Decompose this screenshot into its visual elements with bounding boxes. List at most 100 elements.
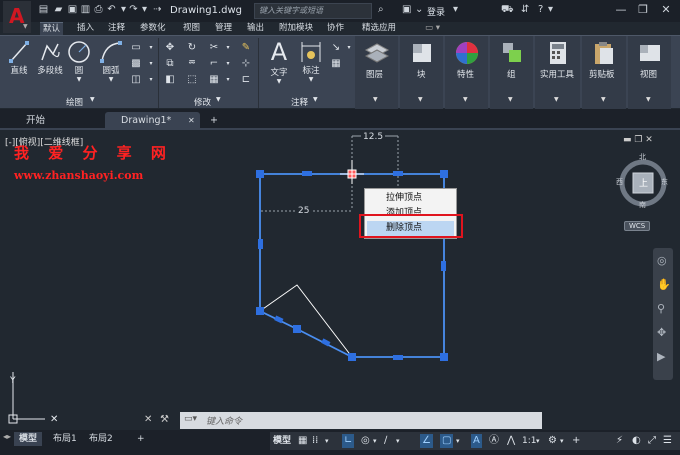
groups-panel[interactable]: 组 ▼ [490,36,533,109]
array-icon[interactable]: ▦ [208,74,220,86]
tab-view[interactable]: 视图 [180,22,203,35]
ribbon-options-icon[interactable]: ▭ ▾ [422,22,443,35]
user-dropdown-icon[interactable]: ⌄ [415,4,423,16]
compass-east[interactable]: 东 [661,177,668,187]
tab-home[interactable]: 默认 [40,22,64,35]
copy-icon[interactable]: ⧉ [164,58,176,70]
line-button[interactable]: 直线 [6,40,32,76]
customize-menu-icon[interactable]: ☰ [663,434,672,448]
tab-featured-apps[interactable]: 精选应用 [359,22,399,35]
layers-panel[interactable]: 图层 ▼ [355,36,398,109]
circle-button[interactable]: 圆 ▼ [66,40,92,83]
chevron-down-icon[interactable]: ▾ [325,434,329,448]
command-line-options-icon[interactable]: ⚒ [160,414,169,425]
drawing-viewport[interactable]: Y ✕ [-][俯视][二维线框] 我 爱 分 享 网 www.zhanshao… [0,132,680,430]
chevron-down-icon[interactable]: ▾ [145,42,157,54]
tab-output[interactable]: 输出 [244,22,267,35]
tab-annotate[interactable]: 注释 [105,22,128,35]
viewport-window-controls[interactable]: ▬ ❐ ✕ [623,135,653,145]
workspace-gear-icon[interactable]: ⚙ [548,434,557,448]
steering-wheel-icon[interactable]: ◎ [657,254,667,267]
block-panel[interactable]: 块 ▼ [400,36,443,109]
restore-icon[interactable]: ❐ [636,3,650,17]
viewcube-top-face[interactable]: 上 [639,176,648,189]
pan-icon[interactable]: ✋ [657,278,671,291]
chevron-down-icon[interactable]: ▾ [145,58,157,70]
hatch-icon[interactable]: ▩ [130,58,142,70]
isolate-objects-icon[interactable]: ◐ [632,434,641,448]
redo-dropdown-icon[interactable]: ▾ [139,4,150,16]
tab-insert[interactable]: 插入 [74,22,97,35]
tab-close-icon[interactable]: ✕ [188,112,195,130]
scale-icon[interactable]: ⬚ [186,74,198,86]
autoscale-icon[interactable]: Ⓐ [489,434,499,448]
chevron-down-icon[interactable]: ▾ [560,434,564,448]
chevron-down-icon[interactable]: ▾ [536,434,540,448]
table-icon[interactable]: ▦ [330,58,342,70]
wcs-menu[interactable]: WCS [624,221,651,231]
arc-button[interactable]: 圆弧 ▼ [98,40,124,83]
clipboard-panel[interactable]: 剪贴板 ▼ [582,36,626,109]
share-icon[interactable]: ⇢ [152,4,163,16]
login-dropdown-icon[interactable]: ▾ [453,4,458,16]
grid-icon[interactable]: ▦ [298,434,307,448]
layout-tab-layout1[interactable]: 布局1 [48,432,82,446]
dimension-button[interactable]: 标注 ▼ [297,40,325,83]
offset-icon[interactable]: ⊏ [240,74,252,86]
zoom-icon[interactable]: ⚲ [657,302,665,315]
cart-icon[interactable]: ⛟ [501,4,514,16]
help-icon[interactable]: ? [538,4,543,16]
leader-icon[interactable]: ↘ [330,42,342,54]
compass-south[interactable]: 南 [639,200,646,210]
chevron-down-icon[interactable]: ▾ [396,434,400,448]
plot-icon[interactable]: ⎙ [93,4,104,16]
polyline-button[interactable]: 多段线 [34,40,66,76]
save-icon[interactable]: ▣ [67,4,78,16]
undo-icon[interactable]: ↶ [106,4,117,16]
properties-panel[interactable]: 特性 ▼ [445,36,488,109]
chevron-down-icon[interactable]: ▾ [343,42,355,54]
chevron-down-icon[interactable]: ▾ [456,434,460,448]
compass-north[interactable]: 北 [639,152,646,162]
tab-manage[interactable]: 管理 [212,22,235,35]
annotation-visibility-icon[interactable]: A [471,434,482,448]
chevron-down-icon[interactable]: ▾ [222,58,234,70]
stretch-icon[interactable]: ◧ [164,74,176,86]
chevron-down-icon[interactable]: ▾ [145,74,157,86]
search-icon[interactable]: ⌕ [378,4,384,16]
command-line-close-icon[interactable]: ✕ [144,414,152,425]
save-as-icon[interactable]: ▥ [80,4,91,16]
command-input[interactable]: 键入命令 [206,414,242,427]
rotate-icon[interactable]: ↻ [186,42,198,54]
gradient-icon[interactable]: ◫ [130,74,142,86]
help-dropdown-icon[interactable]: ▾ [548,4,553,16]
layout-nav-icon[interactable]: ◂▸ [3,432,11,441]
utilities-panel[interactable]: 实用工具 ▼ [535,36,580,109]
tab-start[interactable]: 开始 [10,112,45,130]
tab-parametric[interactable]: 参数化 [137,22,169,35]
chevron-down-icon[interactable]: ▼ [90,96,95,103]
new-tab-button[interactable]: + [204,112,218,130]
chevron-down-icon[interactable]: ▼ [216,96,221,103]
fullscreen-icon[interactable]: ⤢ [648,434,656,448]
close-icon[interactable]: ✕ [659,3,673,17]
login-button[interactable]: 登录 [427,5,445,18]
search-input[interactable]: 键入关键字或短语 [254,3,372,19]
annotation-scale-value[interactable]: 1:1 [522,434,536,448]
tab-drawing1[interactable]: Drawing1* [105,112,200,130]
hardware-acceleration-icon[interactable]: ⚡ [616,434,623,448]
isodraft-icon[interactable]: ∕ [384,434,387,448]
snap-icon[interactable]: ⁞⁞ [312,434,318,448]
minimize-icon[interactable]: — [614,3,628,17]
compass-west[interactable]: 西 [616,177,623,187]
explode-icon[interactable]: ⊹ [240,58,252,70]
application-menu-button[interactable]: A ▼ [3,1,31,33]
exchange-icon[interactable]: ⇵ [521,4,529,16]
menu-item-stretch-vertex[interactable]: 拉伸顶点 [365,191,456,206]
recent-commands-icon[interactable]: ▭▾ [184,414,197,424]
move-icon[interactable]: ✥ [164,42,176,54]
layout-tab-model[interactable]: 模型 [14,432,43,446]
add-icon[interactable]: + [572,434,580,448]
text-button[interactable]: A 文字 ▼ [264,38,294,85]
user-icon[interactable]: ▣ [402,4,411,16]
